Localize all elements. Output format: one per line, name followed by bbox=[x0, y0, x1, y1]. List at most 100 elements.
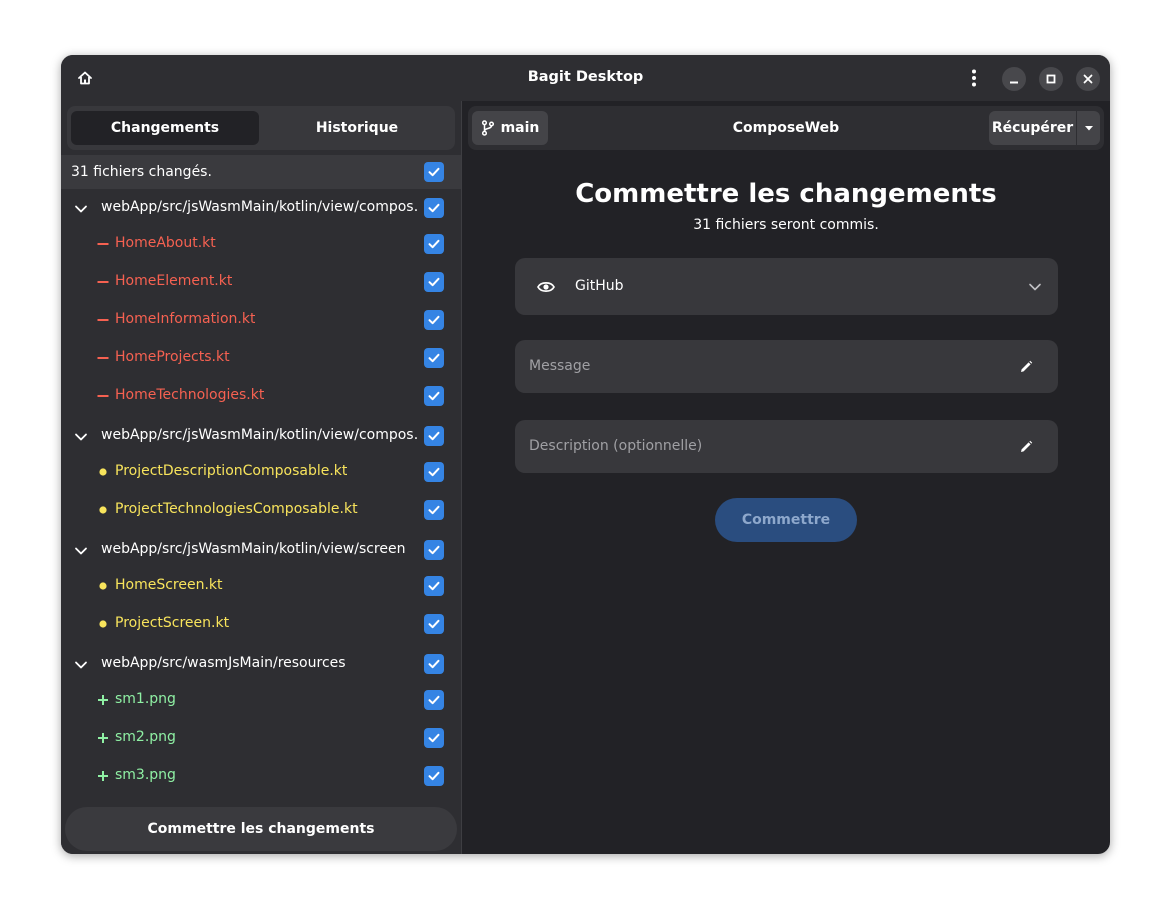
file-name: HomeTechnologies.kt bbox=[115, 387, 265, 403]
checkmark-icon bbox=[428, 315, 440, 325]
checkmark-icon bbox=[428, 545, 440, 555]
sidebar: Changements Historique 31 fichiers chang… bbox=[61, 101, 461, 854]
modified-icon bbox=[96, 578, 110, 594]
app-window: Bagit Desktop Changements Historique 31 … bbox=[61, 55, 1110, 854]
chevron-down-icon[interactable] bbox=[73, 543, 89, 559]
file-checkbox[interactable] bbox=[424, 500, 444, 520]
minimize-button[interactable] bbox=[1002, 67, 1026, 91]
message-field[interactable]: Message bbox=[515, 340, 1058, 393]
folder-path: webApp/src/wasmJsMain/resources bbox=[101, 655, 346, 671]
file-name: ProjectTechnologiesComposable.kt bbox=[115, 501, 358, 517]
pencil-icon bbox=[1021, 440, 1033, 452]
deleted-icon bbox=[96, 388, 110, 404]
caret-down-icon bbox=[1084, 126, 1093, 131]
sidebar-commit-button[interactable]: Commettre les changements bbox=[65, 807, 457, 851]
maximize-button[interactable] bbox=[1039, 67, 1063, 91]
main-menu-button[interactable] bbox=[963, 66, 985, 90]
edit-description-button[interactable] bbox=[1015, 436, 1037, 458]
checkmark-icon bbox=[428, 391, 440, 401]
file-row[interactable]: ProjectDescriptionComposable.kt bbox=[61, 453, 461, 491]
folder-row[interactable]: webApp/src/jsWasmMain/kotlin/view/screen bbox=[61, 531, 461, 569]
changes-summary: 31 fichiers changés. bbox=[61, 155, 461, 189]
changes-count: 31 fichiers changés. bbox=[71, 164, 212, 180]
file-checkbox[interactable] bbox=[424, 386, 444, 406]
file-row[interactable]: HomeElement.kt bbox=[61, 263, 461, 301]
modified-icon bbox=[96, 502, 110, 518]
checkmark-icon bbox=[428, 277, 440, 287]
file-checkbox[interactable] bbox=[424, 690, 444, 710]
edit-message-button[interactable] bbox=[1015, 356, 1037, 378]
file-row[interactable]: sm3.png bbox=[61, 757, 461, 795]
checkmark-icon bbox=[428, 695, 440, 705]
file-row[interactable]: HomeProjects.kt bbox=[61, 339, 461, 377]
select-all-checkbox[interactable] bbox=[424, 162, 444, 182]
commit-subheading: 31 fichiers seront commis. bbox=[693, 217, 879, 233]
tab-changements[interactable]: Changements bbox=[71, 111, 259, 145]
pane-separator bbox=[461, 101, 462, 854]
kebab-menu-icon bbox=[972, 69, 976, 87]
checkmark-icon bbox=[428, 353, 440, 363]
added-icon bbox=[96, 730, 110, 746]
pencil-icon bbox=[1021, 360, 1033, 372]
provider-select[interactable]: GitHub bbox=[515, 258, 1058, 315]
file-row[interactable]: ProjectScreen.kt bbox=[61, 605, 461, 643]
file-checkbox[interactable] bbox=[424, 348, 444, 368]
file-row[interactable]: HomeInformation.kt bbox=[61, 301, 461, 339]
file-checkbox[interactable] bbox=[424, 766, 444, 786]
checkmark-icon bbox=[428, 733, 440, 743]
file-checkbox[interactable] bbox=[424, 272, 444, 292]
file-row[interactable]: HomeScreen.kt bbox=[61, 567, 461, 605]
folder-row[interactable]: webApp/src/jsWasmMain/kotlin/view/compos… bbox=[61, 417, 461, 455]
file-name: HomeInformation.kt bbox=[115, 311, 256, 327]
folder-checkbox[interactable] bbox=[424, 426, 444, 446]
file-checkbox[interactable] bbox=[424, 576, 444, 596]
file-checkbox[interactable] bbox=[424, 310, 444, 330]
header-bar: Bagit Desktop bbox=[61, 55, 1110, 101]
file-name: HomeProjects.kt bbox=[115, 349, 230, 365]
fetch-options-button[interactable] bbox=[1077, 111, 1100, 145]
description-placeholder: Description (optionnelle) bbox=[529, 438, 703, 454]
file-name: ProjectDescriptionComposable.kt bbox=[115, 463, 348, 479]
file-row[interactable]: HomeTechnologies.kt bbox=[61, 377, 461, 415]
file-row[interactable]: HomeAbout.kt bbox=[61, 225, 461, 263]
folder-path: webApp/src/jsWasmMain/kotlin/view/screen bbox=[101, 541, 406, 557]
file-checkbox[interactable] bbox=[424, 728, 444, 748]
window-title: Bagit Desktop bbox=[527, 69, 644, 85]
file-checkbox[interactable] bbox=[424, 462, 444, 482]
folder-row[interactable]: webApp/src/wasmJsMain/resources bbox=[61, 645, 461, 683]
chevron-down-icon[interactable] bbox=[73, 429, 89, 445]
folder-checkbox[interactable] bbox=[424, 198, 444, 218]
folder-row[interactable]: webApp/src/jsWasmMain/kotlin/view/compos… bbox=[61, 189, 461, 227]
folder-path: webApp/src/jsWasmMain/kotlin/view/compos… bbox=[101, 199, 417, 215]
file-name: HomeScreen.kt bbox=[115, 577, 223, 593]
commit-heading: Commettre les changements bbox=[575, 179, 997, 209]
file-row[interactable]: ProjectTechnologiesComposable.kt bbox=[61, 491, 461, 529]
file-name: HomeAbout.kt bbox=[115, 235, 216, 251]
eye-icon bbox=[537, 282, 555, 292]
folder-path: webApp/src/jsWasmMain/kotlin/view/compos… bbox=[101, 427, 417, 443]
checkmark-icon bbox=[428, 431, 440, 441]
file-row[interactable]: sm2.png bbox=[61, 719, 461, 757]
checkmark-icon bbox=[428, 659, 440, 669]
file-name: sm1.png bbox=[115, 691, 176, 707]
checkmark-icon bbox=[428, 771, 440, 781]
minimize-icon bbox=[1010, 81, 1018, 84]
close-button[interactable] bbox=[1076, 67, 1100, 91]
file-name: ProjectScreen.kt bbox=[115, 615, 230, 631]
checkmark-icon bbox=[428, 581, 440, 591]
chevron-down-icon[interactable] bbox=[73, 657, 89, 673]
folder-checkbox[interactable] bbox=[424, 654, 444, 674]
description-field[interactable]: Description (optionnelle) bbox=[515, 420, 1058, 473]
tab-historique[interactable]: Historique bbox=[263, 111, 451, 145]
file-checkbox[interactable] bbox=[424, 614, 444, 634]
checkmark-icon bbox=[428, 167, 440, 177]
checkmark-icon bbox=[428, 203, 440, 213]
chevron-down-icon[interactable] bbox=[73, 201, 89, 217]
checkmark-icon bbox=[428, 505, 440, 515]
deleted-icon bbox=[96, 350, 110, 366]
folder-checkbox[interactable] bbox=[424, 540, 444, 560]
file-checkbox[interactable] bbox=[424, 234, 444, 254]
fetch-button[interactable]: Récupérer bbox=[989, 111, 1076, 145]
file-row[interactable]: sm1.png bbox=[61, 681, 461, 719]
commit-button[interactable]: Commettre bbox=[715, 498, 857, 542]
